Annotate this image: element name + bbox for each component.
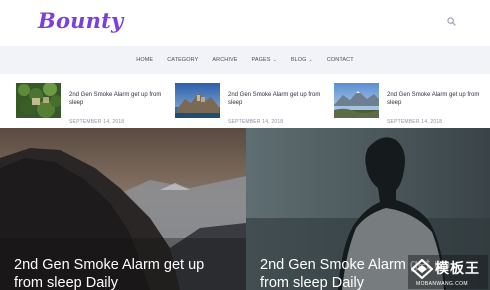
nav-item-contact[interactable]: CONTACT — [327, 57, 354, 63]
post-thumbnail-mountain-lake[interactable] — [334, 83, 379, 118]
site-logo[interactable]: Bounty — [38, 8, 123, 33]
hero-slide-mountains[interactable]: 2nd Gen Smoke Alarm get up from sleep Da… — [0, 128, 246, 290]
chevron-down-icon: ⌄ — [272, 57, 277, 63]
post-date: SEPTEMBER 14, 2018 — [228, 119, 284, 125]
watermark-text: 模板王 — [435, 261, 480, 277]
post-title[interactable]: 2nd Gen Smoke Alarm get up from sleep — [228, 91, 323, 107]
watermark-badge: 模板王 MOBANWANG.COM — [408, 255, 488, 289]
nav-item-label: HOME — [136, 57, 154, 63]
featured-post-card[interactable]: 2nd Gen Smoke Alarm get up from sleep SE… — [175, 83, 325, 125]
featured-post-card[interactable]: 2nd Gen Smoke Alarm get up from sleep SE… — [334, 83, 484, 125]
nav-item-category[interactable]: CATEGORY — [167, 57, 198, 63]
hero-slide-title[interactable]: 2nd Gen Smoke Alarm get up from sleep Da… — [14, 256, 234, 290]
main-navigation: HOME CATEGORY ARCHIVE PAGES ⌄ BLOG ⌄ CONTA… — [0, 46, 490, 74]
chevron-down-icon: ⌄ — [308, 57, 313, 63]
nav-item-label: ARCHIVE — [212, 57, 238, 63]
nav-item-archive[interactable]: ARCHIVE — [212, 57, 237, 63]
nav-item-label: CATEGORY — [167, 57, 199, 63]
search-icon[interactable] — [447, 17, 456, 26]
post-date: SEPTEMBER 14, 2018 — [387, 119, 443, 125]
nav-item-blog[interactable]: BLOG ⌄ — [291, 57, 313, 63]
post-thumbnail-ivy-house[interactable] — [16, 83, 61, 118]
nav-item-label: PAGES — [251, 57, 271, 63]
featured-post-card[interactable]: 2nd Gen Smoke Alarm get up from sleep SE… — [16, 83, 166, 125]
nav-item-home[interactable]: HOME — [136, 57, 153, 63]
post-title[interactable]: 2nd Gen Smoke Alarm get up from sleep — [69, 91, 164, 107]
site-header: Bounty — [0, 0, 490, 46]
nav-item-label: BLOG — [290, 57, 307, 63]
post-title[interactable]: 2nd Gen Smoke Alarm get up from sleep — [387, 91, 482, 107]
watermark-url: MOBANWANG.COM — [416, 281, 468, 287]
post-thumbnail-coastal-castle[interactable] — [175, 83, 220, 118]
nav-item-pages[interactable]: PAGES ⌄ — [252, 57, 277, 63]
post-date: SEPTEMBER 14, 2018 — [69, 119, 125, 125]
diamond-logo-icon — [411, 259, 433, 279]
featured-posts-strip: 2nd Gen Smoke Alarm get up from sleep SE… — [0, 74, 490, 128]
nav-item-label: CONTACT — [326, 57, 354, 63]
